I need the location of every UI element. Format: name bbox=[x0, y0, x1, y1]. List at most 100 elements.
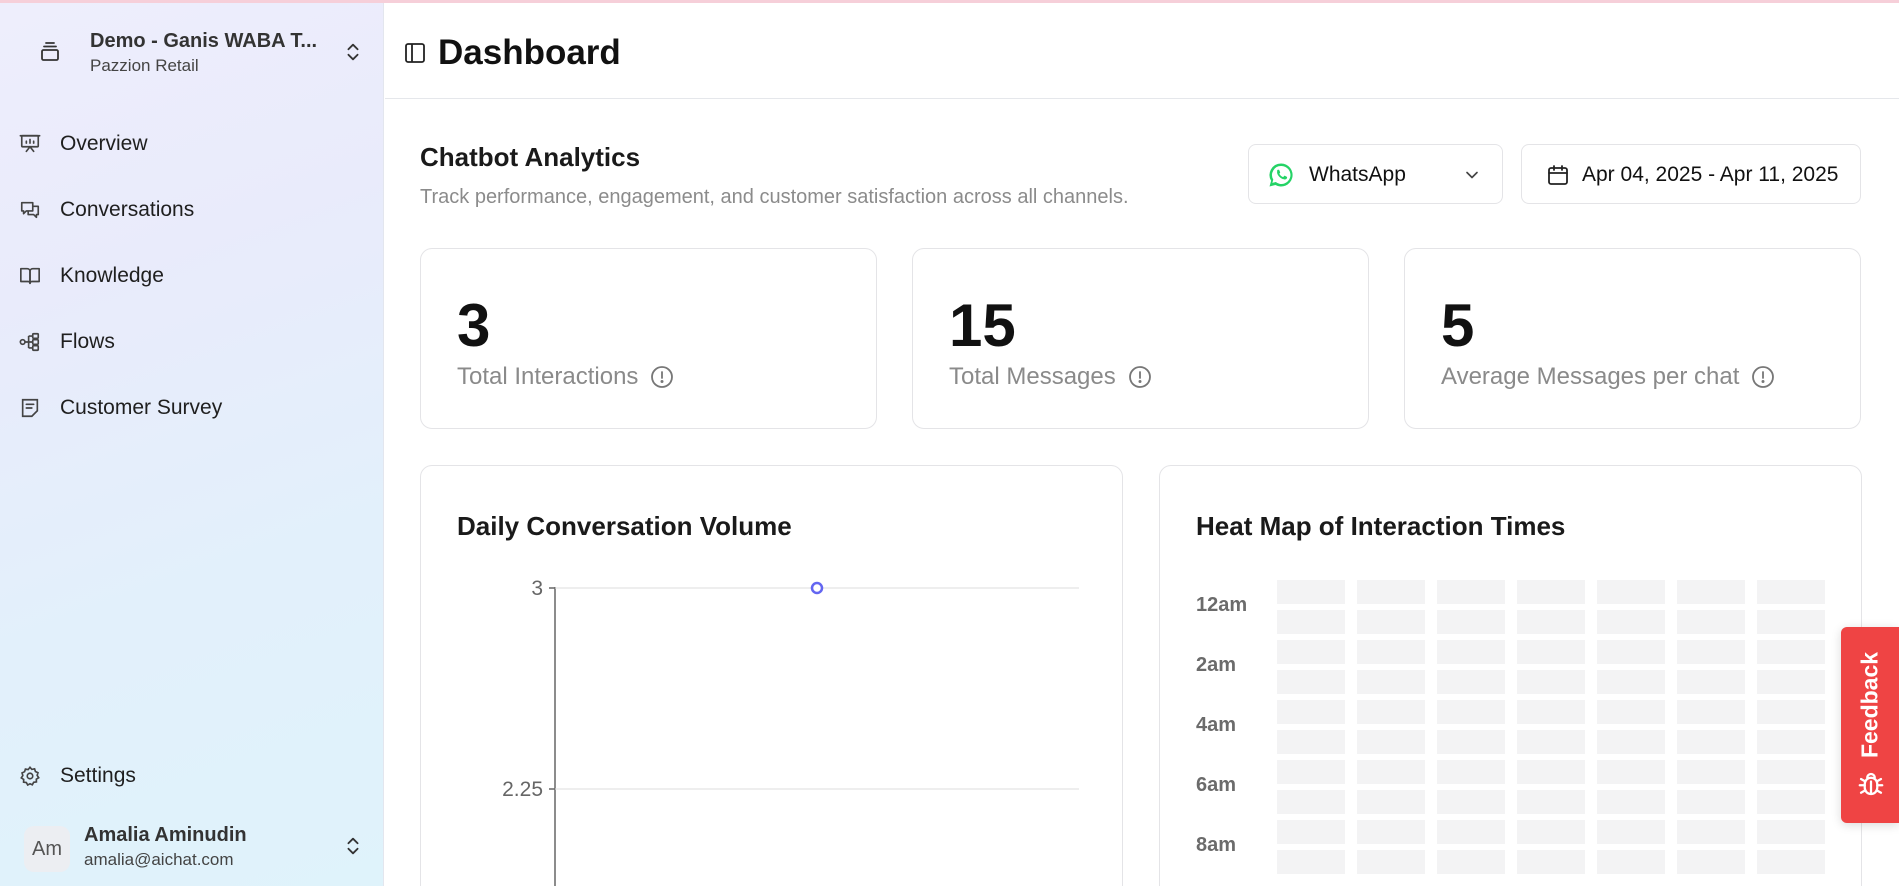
heatmap-cell[interactable] bbox=[1437, 670, 1505, 694]
heatmap-cell[interactable] bbox=[1597, 640, 1665, 664]
gear-icon bbox=[18, 764, 42, 788]
stat-label: Total Messages bbox=[949, 363, 1116, 390]
data-point[interactable] bbox=[810, 581, 824, 595]
heatmap-cell[interactable] bbox=[1277, 640, 1345, 664]
heatmap-cell[interactable] bbox=[1757, 640, 1825, 664]
heatmap-cell[interactable] bbox=[1437, 730, 1505, 754]
heatmap-cell[interactable] bbox=[1597, 790, 1665, 814]
heatmap-cell[interactable] bbox=[1277, 790, 1345, 814]
chevron-down-icon bbox=[1466, 171, 1478, 179]
heatmap-cell[interactable] bbox=[1517, 610, 1585, 634]
heatmap-cell[interactable] bbox=[1517, 700, 1585, 724]
date-range-picker[interactable]: Apr 04, 2025 - Apr 11, 2025 bbox=[1521, 144, 1861, 204]
heatmap-cell[interactable] bbox=[1597, 730, 1665, 754]
heatmap-cell[interactable] bbox=[1517, 580, 1585, 604]
heatmap-cell[interactable] bbox=[1677, 820, 1745, 844]
heatmap-cell[interactable] bbox=[1677, 730, 1745, 754]
heatmap-cell[interactable] bbox=[1757, 790, 1825, 814]
heatmap-cell[interactable] bbox=[1277, 850, 1345, 874]
heatmap-cell[interactable] bbox=[1437, 790, 1505, 814]
heatmap-cell[interactable] bbox=[1357, 700, 1425, 724]
heatmap-cell[interactable] bbox=[1677, 760, 1745, 784]
heatmap-cell[interactable] bbox=[1757, 730, 1825, 754]
stat-label: Average Messages per chat bbox=[1441, 363, 1740, 390]
workflow-icon bbox=[18, 330, 42, 354]
heatmap-cell[interactable] bbox=[1357, 610, 1425, 634]
heatmap-cell[interactable] bbox=[1437, 700, 1505, 724]
heatmap-cell[interactable] bbox=[1277, 700, 1345, 724]
heatmap-cell[interactable] bbox=[1757, 700, 1825, 724]
nav-item-overview[interactable]: Overview bbox=[18, 122, 358, 166]
heatmap-cell[interactable] bbox=[1357, 850, 1425, 874]
heatmap-cell[interactable] bbox=[1437, 610, 1505, 634]
heatmap-cell[interactable] bbox=[1437, 820, 1505, 844]
channel-select[interactable]: WhatsApp bbox=[1248, 144, 1503, 204]
stat-card-total-interactions: 3 Total Interactions bbox=[420, 248, 877, 429]
heatmap-cell[interactable] bbox=[1677, 640, 1745, 664]
user-menu[interactable]: Am Amalia Aminudin amalia@aichat.com bbox=[24, 820, 364, 876]
heatmap-cell[interactable] bbox=[1517, 730, 1585, 754]
heatmap-cell[interactable] bbox=[1357, 730, 1425, 754]
heatmap-cell[interactable] bbox=[1277, 820, 1345, 844]
heatmap-cell[interactable] bbox=[1357, 580, 1425, 604]
nav-item-flows[interactable]: Flows bbox=[18, 320, 358, 364]
heatmap-cell[interactable] bbox=[1757, 670, 1825, 694]
heatmap-cell[interactable] bbox=[1757, 850, 1825, 874]
daily-conversation-volume-card: Daily Conversation Volume 3 2.25 bbox=[420, 465, 1123, 886]
heatmap-cell[interactable] bbox=[1597, 580, 1665, 604]
heatmap-cell[interactable] bbox=[1597, 610, 1665, 634]
nav-item-knowledge[interactable]: Knowledge bbox=[18, 254, 358, 298]
heatmap-cell[interactable] bbox=[1357, 760, 1425, 784]
heatmap-cell[interactable] bbox=[1517, 760, 1585, 784]
nav-item-conversations[interactable]: Conversations bbox=[18, 188, 358, 232]
heatmap-cell[interactable] bbox=[1517, 820, 1585, 844]
heatmap-cell[interactable] bbox=[1437, 760, 1505, 784]
bug-icon bbox=[1858, 772, 1884, 796]
heatmap-cell[interactable] bbox=[1277, 760, 1345, 784]
heatmap-cell[interactable] bbox=[1677, 610, 1745, 634]
heatmap-cell[interactable] bbox=[1357, 820, 1425, 844]
heatmap-cell[interactable] bbox=[1677, 850, 1745, 874]
heatmap-cell[interactable] bbox=[1677, 580, 1745, 604]
heatmap-cell[interactable] bbox=[1277, 610, 1345, 634]
heatmap-cell[interactable] bbox=[1277, 670, 1345, 694]
heatmap-cell[interactable] bbox=[1757, 760, 1825, 784]
info-icon[interactable] bbox=[1128, 365, 1152, 389]
heatmap-row-label: 12am bbox=[1196, 594, 1248, 616]
heatmap-cell[interactable] bbox=[1757, 580, 1825, 604]
heatmap-cell[interactable] bbox=[1677, 700, 1745, 724]
heatmap-cell[interactable] bbox=[1517, 640, 1585, 664]
book-icon bbox=[18, 264, 42, 288]
heatmap-cell[interactable] bbox=[1597, 670, 1665, 694]
heatmap-cell[interactable] bbox=[1597, 700, 1665, 724]
sidebar-toggle-icon[interactable] bbox=[403, 41, 427, 65]
nav-item-settings[interactable]: Settings bbox=[18, 754, 358, 798]
heatmap-cell[interactable] bbox=[1277, 580, 1345, 604]
heatmap-cell[interactable] bbox=[1597, 820, 1665, 844]
channel-select-value: WhatsApp bbox=[1309, 163, 1406, 186]
info-icon[interactable] bbox=[650, 365, 674, 389]
heatmap-cell[interactable] bbox=[1517, 850, 1585, 874]
heatmap-cell[interactable] bbox=[1597, 760, 1665, 784]
heatmap-cell[interactable] bbox=[1357, 640, 1425, 664]
nav-item-customer-survey[interactable]: Customer Survey bbox=[18, 386, 358, 430]
heatmap-cell[interactable] bbox=[1757, 820, 1825, 844]
heatmap-cell[interactable] bbox=[1517, 670, 1585, 694]
top-accent-line bbox=[0, 0, 1899, 3]
info-icon[interactable] bbox=[1751, 365, 1775, 389]
stat-label: Total Interactions bbox=[457, 363, 639, 390]
nav-label: Knowledge bbox=[60, 264, 164, 287]
heatmap-cell[interactable] bbox=[1517, 790, 1585, 814]
heatmap-cell[interactable] bbox=[1437, 640, 1505, 664]
heatmap-cell[interactable] bbox=[1357, 790, 1425, 814]
heatmap-cell[interactable] bbox=[1677, 790, 1745, 814]
feedback-button[interactable]: Feedback bbox=[1841, 627, 1899, 823]
heatmap-cell[interactable] bbox=[1357, 670, 1425, 694]
heatmap-cell[interactable] bbox=[1597, 850, 1665, 874]
heatmap-cell[interactable] bbox=[1277, 730, 1345, 754]
workspace-switcher[interactable]: Demo - Ganis WABA T... Pazzion Retail bbox=[24, 28, 364, 76]
heatmap-cell[interactable] bbox=[1437, 850, 1505, 874]
heatmap-cell[interactable] bbox=[1437, 580, 1505, 604]
heatmap-cell[interactable] bbox=[1757, 610, 1825, 634]
heatmap-cell[interactable] bbox=[1677, 670, 1745, 694]
